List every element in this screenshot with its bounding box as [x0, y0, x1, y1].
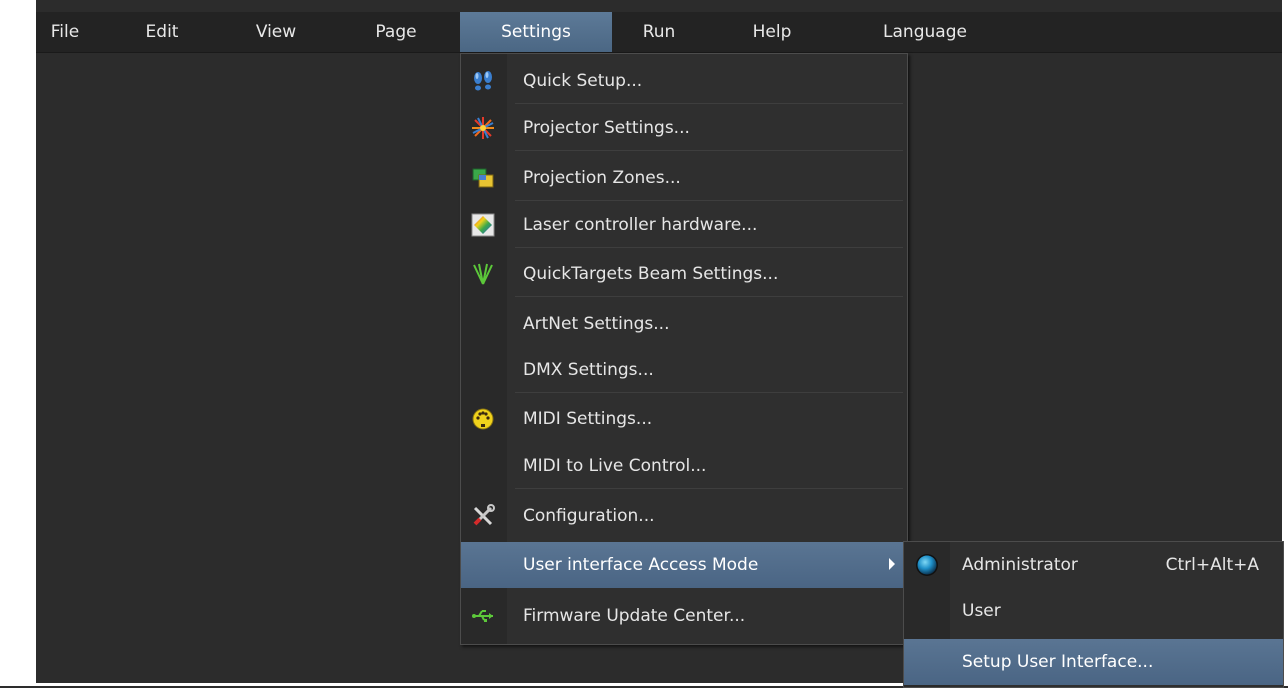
- submenu-item-label: User: [962, 601, 1001, 621]
- menu-help[interactable]: Help: [746, 12, 798, 52]
- menu-item-label: Firmware Update Center...: [523, 606, 746, 626]
- menu-item-dmx-settings[interactable]: DMX Settings...: [461, 347, 907, 393]
- separator: [515, 150, 903, 151]
- color-diamond-icon: [471, 213, 495, 237]
- tools-icon: [471, 504, 495, 528]
- submenu-item-user[interactable]: User: [904, 588, 1283, 634]
- menu-item-midi-settings[interactable]: MIDI Settings...: [461, 396, 907, 442]
- menu-view[interactable]: View: [248, 12, 304, 52]
- left-margin: [0, 0, 36, 686]
- submenu-item-label: Administrator: [962, 555, 1078, 575]
- menu-bar: File Edit View Page Settings Run Help La…: [36, 12, 1282, 53]
- settings-menu: Quick Setup... Projector Settings... Pro…: [460, 53, 908, 645]
- menu-item-firmware-update[interactable]: Firmware Update Center...: [461, 593, 907, 639]
- menu-item-laser-controller[interactable]: Laser controller hardware...: [461, 202, 907, 248]
- menu-item-midi-to-live-control[interactable]: MIDI to Live Control...: [461, 443, 907, 489]
- menu-item-label: MIDI Settings...: [523, 409, 653, 429]
- midi-connector-icon: [471, 407, 495, 431]
- submenu-item-setup-user-interface[interactable]: Setup User Interface...: [904, 639, 1283, 685]
- laser-burst-icon: [471, 116, 495, 140]
- menu-item-quicktargets-beam[interactable]: QuickTargets Beam Settings...: [461, 251, 907, 297]
- menu-item-label: User interface Access Mode: [523, 555, 759, 575]
- menu-item-configuration[interactable]: Configuration...: [461, 493, 907, 539]
- menu-item-projector-settings[interactable]: Projector Settings...: [461, 105, 907, 151]
- menu-file[interactable]: File: [42, 12, 88, 52]
- submenu-item-label: Setup User Interface...: [962, 652, 1154, 672]
- menu-item-label: QuickTargets Beam Settings...: [523, 264, 779, 284]
- separator: [515, 392, 903, 393]
- footsteps-icon: [471, 69, 495, 93]
- beams-icon: [471, 262, 495, 286]
- app-window: File Edit View Page Settings Run Help La…: [0, 0, 1288, 688]
- menu-item-label: Quick Setup...: [523, 71, 643, 91]
- menu-item-label: ArtNet Settings...: [523, 314, 670, 334]
- menu-item-label: MIDI to Live Control...: [523, 456, 707, 476]
- menu-item-label: Laser controller hardware...: [523, 215, 758, 235]
- menu-item-label: Configuration...: [523, 506, 655, 526]
- menu-page[interactable]: Page: [366, 12, 426, 52]
- submenu-arrow-icon: [889, 558, 895, 570]
- menu-item-access-mode[interactable]: User interface Access Mode: [461, 542, 907, 588]
- menu-settings[interactable]: Settings: [460, 12, 612, 52]
- menu-item-label: Projection Zones...: [523, 168, 681, 188]
- submenu-item-administrator[interactable]: Administrator Ctrl+Alt+A: [904, 542, 1283, 588]
- usb-icon: [471, 604, 495, 628]
- shortcut-label: Ctrl+Alt+A: [1165, 555, 1259, 575]
- menu-item-label: DMX Settings...: [523, 360, 654, 380]
- menu-item-projection-zones[interactable]: Projection Zones...: [461, 155, 907, 201]
- menu-item-label: Projector Settings...: [523, 118, 690, 138]
- zones-icon: [471, 166, 495, 190]
- menu-item-quick-setup[interactable]: Quick Setup...: [461, 58, 907, 104]
- radio-selected-icon: [914, 552, 940, 578]
- separator: [515, 103, 903, 104]
- menu-language[interactable]: Language: [870, 12, 980, 52]
- separator: [515, 200, 903, 201]
- separator: [515, 488, 903, 489]
- access-mode-submenu: Administrator Ctrl+Alt+A User Setup User…: [903, 541, 1284, 688]
- menu-run[interactable]: Run: [634, 12, 684, 52]
- menu-edit[interactable]: Edit: [136, 12, 188, 52]
- separator: [515, 296, 903, 297]
- separator: [515, 247, 903, 248]
- menu-item-artnet-settings[interactable]: ArtNet Settings...: [461, 301, 907, 347]
